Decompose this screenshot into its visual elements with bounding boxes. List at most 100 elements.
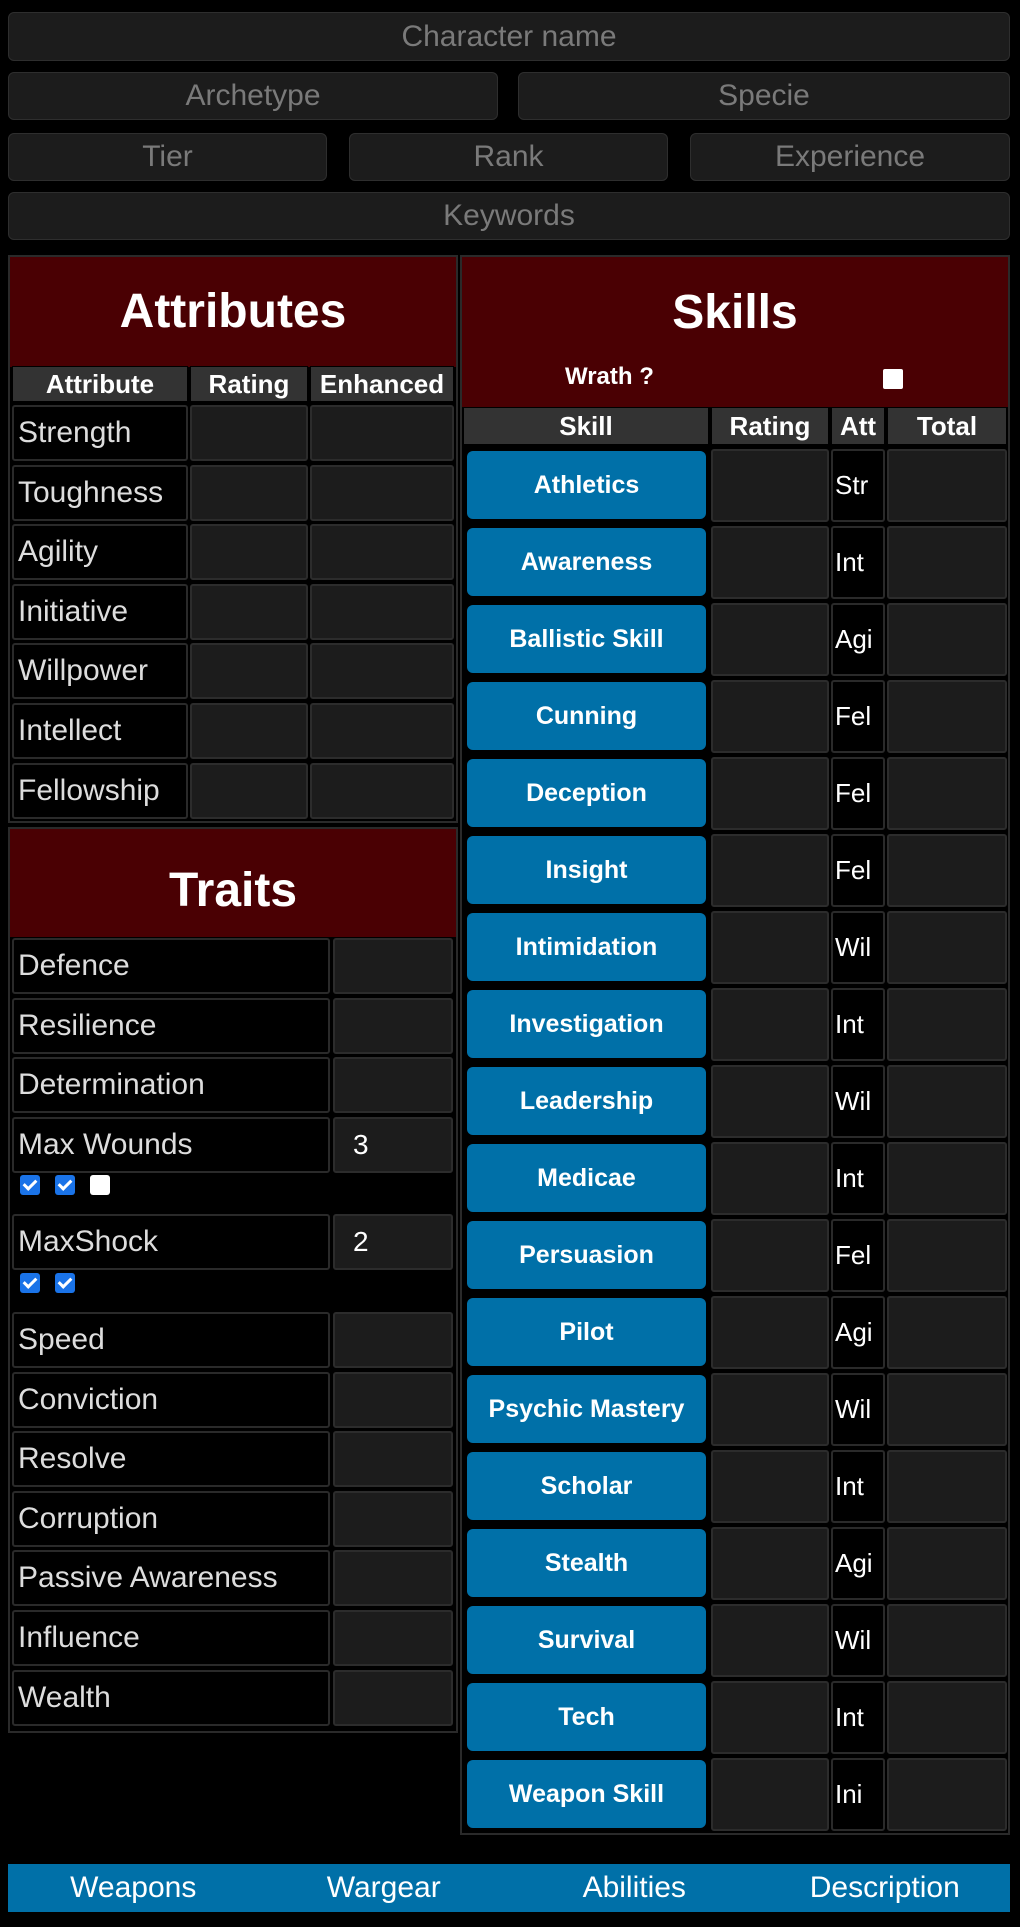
specie-input[interactable] bbox=[518, 72, 1010, 120]
skill-rating-input[interactable] bbox=[711, 449, 829, 522]
skills-col-rating: Rating bbox=[711, 407, 829, 445]
skill-total bbox=[887, 1219, 1007, 1292]
attribute-rating-input[interactable] bbox=[190, 762, 308, 819]
skill-roll-button[interactable]: Investigation bbox=[467, 990, 706, 1058]
skill-attribute: Int bbox=[831, 1450, 885, 1523]
skill-roll-button[interactable]: Insight bbox=[467, 836, 706, 904]
trait-value-input[interactable] bbox=[333, 1371, 453, 1428]
skill-roll-button[interactable]: Ballistic Skill bbox=[467, 605, 706, 673]
skill-rating-input[interactable] bbox=[711, 834, 829, 907]
skill-rating-input[interactable] bbox=[711, 603, 829, 676]
attribute-rating-input[interactable] bbox=[190, 464, 308, 521]
skill-rating-input[interactable] bbox=[711, 1527, 829, 1600]
skill-roll-button[interactable]: Stealth bbox=[467, 1529, 706, 1597]
trait-value-input[interactable] bbox=[333, 938, 453, 994]
tab-wargear[interactable]: Wargear bbox=[259, 1864, 510, 1912]
skill-roll-button[interactable]: Deception bbox=[467, 759, 706, 827]
archetype-input[interactable] bbox=[8, 72, 498, 120]
attributes-col-attribute: Attribute bbox=[12, 366, 188, 402]
skill-rating-input[interactable] bbox=[711, 1450, 829, 1523]
attribute-rating-input[interactable] bbox=[190, 703, 308, 759]
attribute-name: Fellowship bbox=[12, 762, 188, 819]
trait-value-input[interactable] bbox=[333, 997, 453, 1054]
skill-rating-input[interactable] bbox=[711, 680, 829, 753]
trait-tracker-checkbox[interactable] bbox=[20, 1175, 40, 1196]
attribute-rating-input[interactable] bbox=[190, 405, 308, 461]
skill-total bbox=[887, 1527, 1007, 1600]
trait-tracker-checkbox[interactable] bbox=[55, 1273, 75, 1293]
attribute-enhanced-input[interactable] bbox=[310, 643, 454, 700]
experience-input[interactable] bbox=[690, 133, 1010, 181]
attribute-enhanced-input[interactable] bbox=[310, 583, 454, 640]
tab-description[interactable]: Description bbox=[760, 1864, 1011, 1912]
skill-roll-button[interactable]: Pilot bbox=[467, 1298, 706, 1366]
skill-roll-button[interactable]: Awareness bbox=[467, 528, 706, 596]
trait-name: Corruption bbox=[12, 1490, 330, 1547]
skill-total bbox=[887, 757, 1007, 830]
skill-roll-button[interactable]: Leadership bbox=[467, 1067, 706, 1135]
skill-roll-button[interactable]: Weapon Skill bbox=[467, 1760, 706, 1828]
skill-rating-input[interactable] bbox=[711, 1219, 829, 1292]
skill-rating-input[interactable] bbox=[711, 911, 829, 984]
skill-total bbox=[887, 1065, 1007, 1138]
rank-input[interactable] bbox=[349, 133, 668, 181]
trait-tracker-checkbox[interactable] bbox=[55, 1175, 75, 1196]
keywords-input[interactable] bbox=[8, 192, 1010, 240]
trait-name: Passive Awareness bbox=[12, 1550, 330, 1607]
skill-attribute: Fel bbox=[831, 1219, 885, 1292]
skill-attribute: Fel bbox=[831, 757, 885, 830]
trait-tracker-checkbox[interactable] bbox=[90, 1175, 110, 1196]
trait-value-input[interactable]: 3 bbox=[333, 1116, 453, 1173]
attribute-name: Agility bbox=[12, 524, 188, 581]
skill-rating-input[interactable] bbox=[711, 526, 829, 599]
trait-value-input[interactable] bbox=[333, 1610, 453, 1666]
skill-rating-input[interactable] bbox=[711, 988, 829, 1061]
skill-roll-button[interactable]: Intimidation bbox=[467, 913, 706, 981]
wrath-checkbox[interactable] bbox=[883, 369, 903, 389]
skill-roll-button[interactable]: Tech bbox=[467, 1683, 706, 1751]
skill-roll-button[interactable]: Survival bbox=[467, 1606, 706, 1674]
skill-attribute: Wil bbox=[831, 1065, 885, 1138]
trait-value-input[interactable] bbox=[333, 1431, 453, 1488]
skill-rating-input[interactable] bbox=[711, 1604, 829, 1677]
tab-weapons[interactable]: Weapons bbox=[8, 1864, 259, 1912]
attribute-enhanced-input[interactable] bbox=[310, 703, 454, 759]
trait-value-input[interactable] bbox=[333, 1312, 453, 1368]
trait-value-input[interactable] bbox=[333, 1490, 453, 1547]
skill-rating-input[interactable] bbox=[711, 1296, 829, 1369]
attribute-rating-input[interactable] bbox=[190, 643, 308, 700]
attribute-enhanced-input[interactable] bbox=[310, 524, 454, 581]
skill-rating-input[interactable] bbox=[711, 757, 829, 830]
skill-rating-input[interactable] bbox=[711, 1681, 829, 1754]
skill-rating-input[interactable] bbox=[711, 1373, 829, 1446]
trait-value-input[interactable] bbox=[333, 1057, 453, 1114]
skill-attribute: Int bbox=[831, 988, 885, 1061]
trait-value-input[interactable]: 2 bbox=[333, 1214, 453, 1271]
skill-roll-button[interactable]: Cunning bbox=[467, 682, 706, 750]
skills-col-skill: Skill bbox=[463, 407, 709, 445]
attribute-enhanced-input[interactable] bbox=[310, 464, 454, 521]
tab-abilities[interactable]: Abilities bbox=[509, 1864, 760, 1912]
skill-roll-button[interactable]: Psychic Mastery bbox=[467, 1375, 706, 1443]
skill-rating-input[interactable] bbox=[711, 1065, 829, 1138]
skill-roll-button[interactable]: Persuasion bbox=[467, 1221, 706, 1289]
character-name-input[interactable] bbox=[8, 12, 1010, 61]
skill-rating-input[interactable] bbox=[711, 1758, 829, 1831]
attribute-name: Toughness bbox=[12, 464, 188, 521]
skill-roll-button[interactable]: Athletics bbox=[467, 451, 706, 519]
attribute-name: Intellect bbox=[12, 703, 188, 759]
attribute-enhanced-input[interactable] bbox=[310, 405, 454, 461]
skill-attribute: Int bbox=[831, 1142, 885, 1215]
skill-rating-input[interactable] bbox=[711, 1142, 829, 1215]
attribute-enhanced-input[interactable] bbox=[310, 762, 454, 819]
skill-total bbox=[887, 680, 1007, 753]
attribute-rating-input[interactable] bbox=[190, 524, 308, 581]
attribute-rating-input[interactable] bbox=[190, 583, 308, 640]
trait-value-input[interactable] bbox=[333, 1550, 453, 1607]
skill-roll-button[interactable]: Medicae bbox=[467, 1144, 706, 1212]
trait-value-input[interactable] bbox=[333, 1669, 453, 1726]
trait-tracker-checkbox[interactable] bbox=[20, 1273, 40, 1293]
skill-roll-button[interactable]: Scholar bbox=[467, 1452, 706, 1520]
skill-attribute: Str bbox=[831, 449, 885, 522]
tier-input[interactable] bbox=[8, 133, 327, 181]
